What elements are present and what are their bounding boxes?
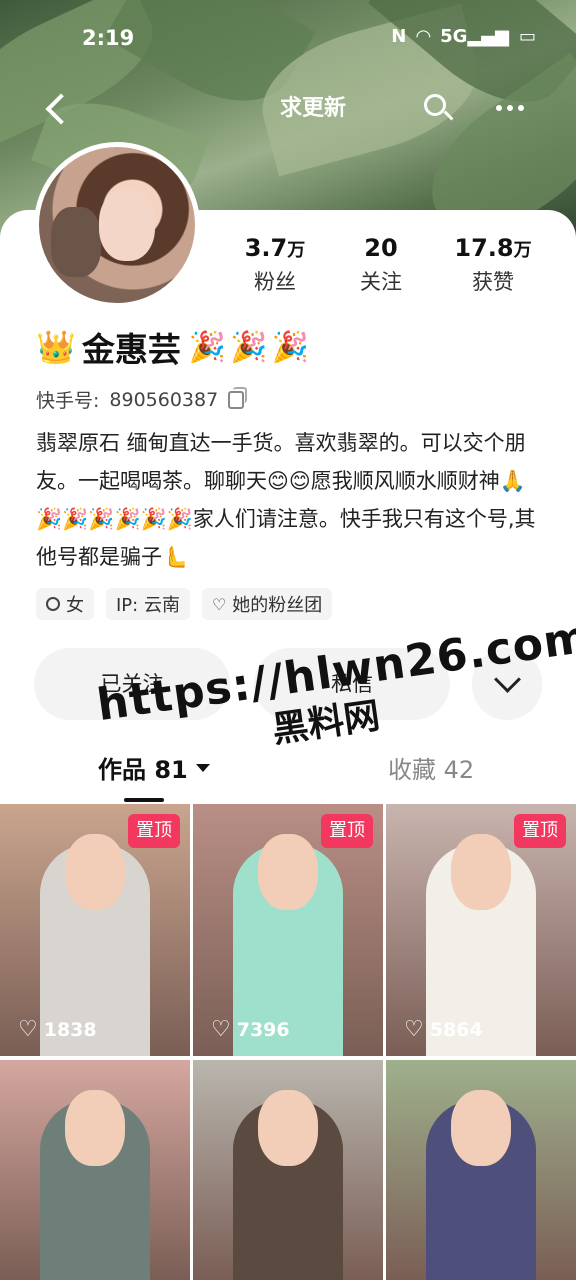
video-card[interactable]: 置顶 ♡ 5864 — [386, 804, 576, 1056]
ip-label: IP: 云南 — [116, 595, 180, 616]
tab-works-label: 作品 81 — [98, 756, 188, 784]
battery-icon: ▭ — [518, 26, 536, 47]
fan-group-tag[interactable]: ♡ 她的粉丝团 — [201, 588, 333, 620]
party-popper-icon: 🎉 — [230, 329, 268, 365]
search-icon[interactable] — [420, 90, 456, 126]
wifi-icon: ◠ — [416, 26, 431, 47]
heart-icon: ♡ — [18, 1017, 38, 1042]
ip-tag: IP: 云南 — [106, 588, 190, 620]
profile-name: 金惠芸 — [81, 330, 181, 369]
tab-active-indicator — [124, 798, 164, 802]
fan-group-label: 她的粉丝团 — [232, 595, 323, 616]
pinned-badge: 置顶 — [321, 814, 373, 848]
person-head — [451, 1090, 511, 1166]
content-tabs: 作品 81 收藏 42 — [0, 744, 576, 804]
video-card[interactable]: 置顶 ♡ 7396 — [193, 804, 383, 1056]
stat-value: 17.8 — [454, 234, 514, 262]
copy-icon[interactable] — [228, 386, 248, 409]
profile-bio: 翡翠原石 缅甸直达一手货。喜欢翡翠的。可以交个朋友。一起喝喝茶。聊聊天😊😊愿我顺… — [36, 431, 536, 569]
chevron-down-icon[interactable] — [472, 648, 542, 720]
back-button[interactable] — [36, 88, 76, 128]
top-nav: 求更新 — [0, 82, 576, 134]
nfc-icon: N — [391, 26, 407, 47]
heart-icon: ♡ — [404, 1017, 424, 1042]
stat-unit: 万 — [513, 240, 532, 261]
profile-name-row: 👑 金惠芸 🎉 🎉 🎉 — [36, 322, 313, 372]
status-bar: 2:19 N ◠ 5G▂▄▆ ▭ — [0, 20, 576, 60]
video-card[interactable]: 置顶 ♡ 1838 — [0, 804, 190, 1056]
person-head — [258, 834, 318, 910]
female-icon — [46, 597, 60, 611]
gender-tag: 女 — [36, 588, 94, 620]
kuaishou-id-row: 快手号: 890560387 — [36, 386, 248, 413]
heart-icon: ♡ — [211, 1017, 231, 1042]
profile-stats: 3.7万 粉丝 20 关注 17.8万 获赞 — [220, 234, 560, 304]
like-count: ♡ 7396 — [211, 1017, 290, 1042]
stat-label: 获赞 — [472, 270, 514, 294]
crown-icon: 👑 — [36, 328, 76, 366]
like-count-value: 7396 — [236, 1018, 290, 1041]
profile-actions: 已关注 私信 — [34, 648, 542, 720]
caret-down-icon — [195, 763, 210, 772]
5g-signal-icon: 5G▂▄▆ — [440, 26, 509, 47]
request-update-button[interactable]: 求更新 — [280, 90, 346, 122]
video-card[interactable] — [0, 1060, 190, 1280]
video-grid: 置顶 ♡ 1838 置顶 ♡ 7396 置顶 ♡ 5864 — [0, 804, 576, 1280]
tab-favorites[interactable]: 收藏 42 — [388, 750, 474, 785]
avatar[interactable] — [34, 142, 200, 308]
message-button[interactable]: 私信 — [254, 648, 450, 720]
stat-fans[interactable]: 3.7万 粉丝 — [220, 234, 330, 296]
kuaishou-id-label: 快手号: — [36, 390, 100, 412]
tab-works[interactable]: 作品 81 — [98, 750, 210, 785]
heart-outline-icon: ♡ — [211, 594, 227, 614]
pinned-badge: 置顶 — [128, 814, 180, 848]
stat-label: 粉丝 — [254, 270, 296, 294]
person-head — [451, 834, 511, 910]
like-count: ♡ 1838 — [18, 1017, 97, 1042]
video-card[interactable] — [193, 1060, 383, 1280]
kuaishou-id: 890560387 — [109, 388, 219, 411]
stat-following[interactable]: 20 关注 — [326, 234, 436, 296]
stat-value: 20 — [364, 234, 398, 262]
pinned-badge: 置顶 — [514, 814, 566, 848]
person-head — [258, 1090, 318, 1166]
person-head — [65, 834, 125, 910]
gender-label: 女 — [66, 595, 84, 616]
stat-likes[interactable]: 17.8万 获赞 — [438, 234, 548, 296]
profile-tags: 女 IP: 云南 ♡ 她的粉丝团 — [36, 588, 333, 620]
person-head — [65, 1090, 125, 1166]
stat-label: 关注 — [360, 270, 402, 294]
like-count-value: 5864 — [429, 1018, 483, 1041]
stat-unit: 万 — [287, 240, 306, 261]
status-time: 2:19 — [82, 26, 135, 50]
party-popper-icon: 🎉 — [188, 329, 227, 365]
like-count: ♡ 5864 — [404, 1017, 483, 1042]
more-icon[interactable] — [496, 90, 536, 126]
status-icons: N ◠ 5G▂▄▆ ▭ — [391, 26, 536, 47]
video-card[interactable] — [386, 1060, 576, 1280]
followed-button[interactable]: 已关注 — [34, 648, 230, 720]
like-count-value: 1838 — [43, 1018, 97, 1041]
stat-value: 3.7 — [244, 234, 288, 262]
party-popper-icon: 🎉 — [271, 329, 309, 365]
